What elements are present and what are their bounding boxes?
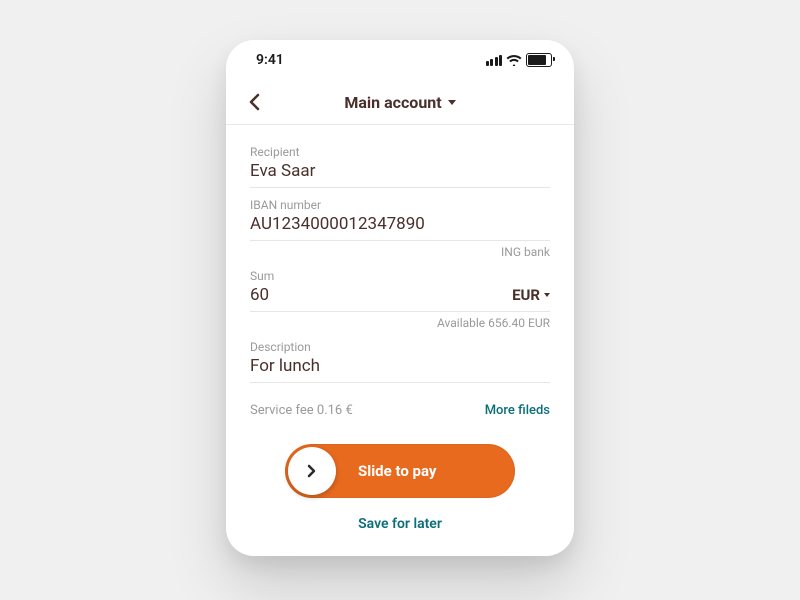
form-body: Recipient Eva Saar IBAN number AU1234000… (226, 125, 574, 556)
signal-icon (486, 55, 503, 66)
account-title: Main account (344, 93, 441, 112)
service-fee: Service fee 0.16 € (250, 403, 353, 418)
chevron-right-icon (305, 464, 319, 478)
currency-code: EUR (512, 286, 540, 304)
sum-value: 60 (250, 285, 269, 305)
chevron-down-icon (544, 293, 550, 297)
recipient-field[interactable]: Recipient Eva Saar (250, 135, 550, 188)
save-for-later-link[interactable]: Save for later (250, 516, 550, 532)
battery-icon (526, 53, 552, 67)
iban-value: AU1234000012347890 (250, 214, 550, 234)
description-value: For lunch (250, 356, 550, 376)
recipient-label: Recipient (250, 145, 550, 159)
sum-field[interactable]: Sum 60 EUR (250, 259, 550, 312)
slider-knob[interactable] (288, 447, 336, 495)
iban-label: IBAN number (250, 198, 550, 212)
status-bar: 9:41 (226, 40, 574, 80)
sum-label: Sum (250, 269, 550, 283)
header: Main account (226, 80, 574, 125)
status-time: 9:41 (256, 52, 284, 68)
phone-frame: 9:41 Main account Recipient Eva Saar (226, 40, 574, 556)
slide-to-pay[interactable]: Slide to pay (285, 444, 515, 498)
status-indicators (486, 53, 553, 67)
chevron-left-icon (248, 93, 260, 111)
available-balance: Available 656.40 EUR (250, 316, 550, 330)
currency-selector[interactable]: EUR (512, 286, 550, 304)
account-selector[interactable]: Main account (344, 93, 455, 112)
description-field[interactable]: Description For lunch (250, 330, 550, 383)
description-label: Description (250, 340, 550, 354)
fee-row: Service fee 0.16 € More fileds (250, 403, 550, 418)
bank-name: ING bank (250, 245, 550, 259)
wifi-icon (506, 54, 522, 66)
chevron-down-icon (448, 100, 456, 105)
more-fields-link[interactable]: More fileds (485, 403, 550, 418)
slide-label: Slide to pay (358, 462, 436, 480)
iban-field[interactable]: IBAN number AU1234000012347890 (250, 188, 550, 241)
back-button[interactable] (242, 87, 266, 117)
recipient-value: Eva Saar (250, 161, 550, 181)
